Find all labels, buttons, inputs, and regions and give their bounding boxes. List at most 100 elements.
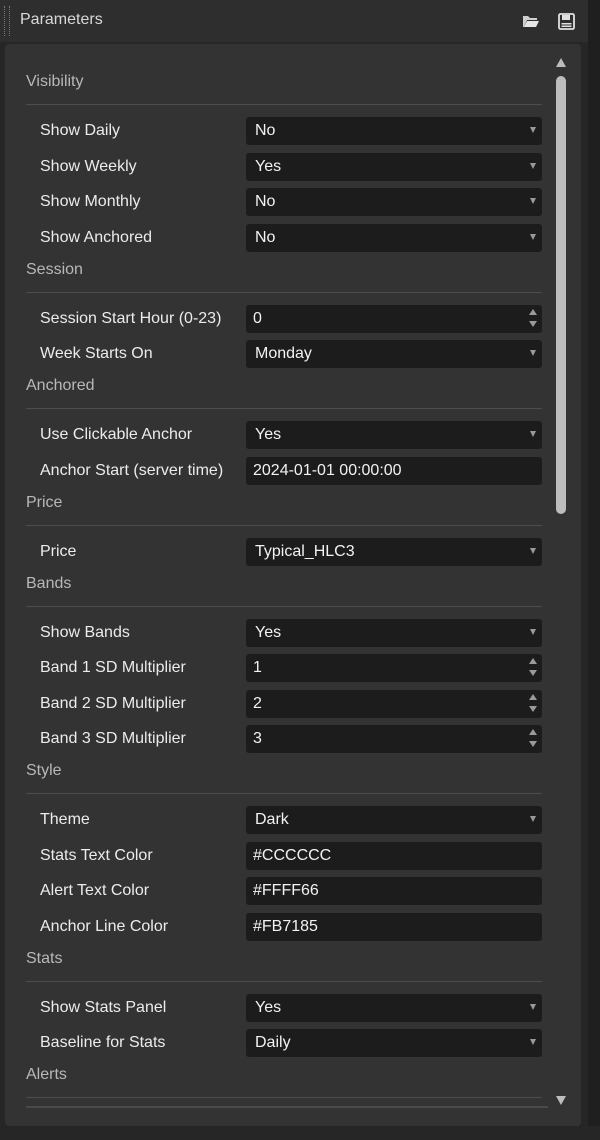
number-spinner[interactable] [529, 729, 537, 749]
scroll-up-arrow-icon[interactable] [556, 58, 566, 67]
param-value: No [255, 193, 276, 210]
param-value: Yes [255, 624, 282, 641]
param-row-show-bands: Show Bands Yes [5, 619, 553, 647]
param-value: Yes [255, 158, 282, 175]
param-label: Anchor Start (server time) [40, 462, 224, 479]
save-icon[interactable] [557, 12, 575, 30]
param-row-price: Price Typical_HLC3 [5, 538, 553, 566]
param-value: Yes [255, 426, 282, 443]
param-label: Theme [40, 811, 90, 828]
parameters-panel: Visibility Show Daily No Show Weekly Yes Show… [5, 44, 581, 1126]
spin-up-arrow-icon[interactable] [529, 694, 537, 700]
param-row-band-2-sd-multiplier: Band 2 SD Multiplier 2 [5, 690, 553, 718]
param-value: 1 [253, 659, 262, 676]
section-title: Session [26, 260, 83, 278]
spin-down-arrow-icon[interactable] [529, 670, 537, 676]
spin-down-arrow-icon[interactable] [529, 741, 537, 747]
param-row-theme: Theme Dark [5, 806, 553, 834]
param-row-baseline-for-stats: Baseline for Stats Daily [5, 1029, 553, 1057]
show-anchored-dropdown[interactable]: No [246, 224, 542, 252]
parameters-scroll-area[interactable]: Visibility Show Daily No Show Weekly Yes Show… [5, 44, 553, 1109]
window-title: Parameters [20, 11, 103, 28]
param-label: Session Start Hour (0-23) [40, 310, 222, 327]
week-starts-on-dropdown[interactable]: Monday [246, 340, 542, 368]
spin-up-arrow-icon[interactable] [529, 729, 537, 735]
alert-text-color-text-input[interactable]: #FFFF66 [246, 877, 542, 905]
param-label: Band 2 SD Multiplier [40, 695, 186, 712]
chevron-down-icon [530, 629, 536, 635]
param-row-anchor-start-server-time: Anchor Start (server time) 2024-01-01 00:… [5, 457, 553, 485]
chevron-down-icon [530, 548, 536, 554]
band-2-sd-multiplier-number-input[interactable]: 2 [246, 690, 542, 718]
section-title: Anchored [26, 377, 95, 394]
section-header-alerts: Alerts [26, 1066, 542, 1098]
show-monthly-dropdown[interactable]: No [246, 188, 542, 216]
param-row-show-monthly: Show Monthly No [5, 188, 553, 216]
param-row-show-anchored: Show Anchored No [5, 224, 553, 252]
chevron-down-icon [530, 127, 536, 133]
section-header-anchored: Anchored [26, 377, 542, 409]
band-3-sd-multiplier-number-input[interactable]: 3 [246, 725, 542, 753]
anchor-start-server-time-text-input[interactable]: 2024-01-01 00:00:00 [246, 457, 542, 485]
param-label: Stats Text Color [40, 847, 153, 864]
section-title: Bands [26, 574, 72, 592]
param-label: Alert Text Color [40, 882, 150, 899]
param-row-week-starts-on: Week Starts On Monday [5, 340, 553, 368]
window-right-edge [588, 0, 600, 1140]
param-row-alert-text-color: Alert Text Color #FFFF66 [5, 877, 553, 905]
number-spinner[interactable] [529, 309, 537, 329]
theme-dropdown[interactable]: Dark [246, 806, 542, 834]
param-label: Use Clickable Anchor [40, 426, 193, 443]
param-label: Price [40, 543, 77, 560]
show-weekly-dropdown[interactable]: Yes [246, 153, 542, 181]
param-label: Week Starts On [40, 345, 153, 362]
chevron-down-icon [530, 198, 536, 204]
stats-text-color-text-input[interactable]: #CCCCCC [246, 842, 542, 870]
spin-down-arrow-icon[interactable] [529, 321, 537, 327]
show-bands-dropdown[interactable]: Yes [246, 619, 542, 647]
show-daily-dropdown[interactable]: No [246, 117, 542, 145]
param-row-session-start-hour-0-23: Session Start Hour (0-23) 0 [5, 305, 553, 333]
chevron-down-icon [530, 816, 536, 822]
use-clickable-anchor-dropdown[interactable]: Yes [246, 421, 542, 449]
param-label: Show Monthly [40, 193, 141, 210]
section-header-bands: Bands [26, 574, 542, 607]
session-start-hour-0-23-number-input[interactable]: 0 [246, 305, 542, 333]
param-value: 2 [253, 695, 262, 712]
section-header-style: Style [26, 762, 542, 794]
param-row-use-clickable-anchor: Use Clickable Anchor Yes [5, 421, 553, 449]
vertical-scrollbar[interactable] [554, 54, 568, 1114]
spin-down-arrow-icon[interactable] [529, 706, 537, 712]
param-value: No [255, 229, 276, 246]
section-header-visibility: Visibility [26, 73, 542, 105]
baseline-for-stats-dropdown[interactable]: Daily [246, 1029, 542, 1057]
chevron-down-icon [530, 350, 536, 356]
number-spinner[interactable] [529, 658, 537, 678]
param-label: Show Weekly [40, 158, 137, 175]
scroll-down-arrow-icon[interactable] [556, 1096, 566, 1105]
param-value: Dark [255, 811, 289, 828]
price-dropdown[interactable]: Typical_HLC3 [246, 538, 542, 566]
number-spinner[interactable] [529, 694, 537, 714]
band-1-sd-multiplier-number-input[interactable]: 1 [246, 654, 542, 682]
param-row-stats-text-color: Stats Text Color #CCCCCC [5, 842, 553, 870]
param-label: Show Anchored [40, 229, 153, 246]
section-title: Stats [26, 949, 63, 967]
param-value: Typical_HLC3 [255, 543, 355, 560]
spin-up-arrow-icon[interactable] [529, 309, 537, 315]
anchor-line-color-text-input[interactable]: #FB7185 [246, 913, 542, 941]
param-label: Baseline for Stats [40, 1034, 166, 1051]
scroll-thumb[interactable] [556, 76, 566, 514]
drag-grip-handle[interactable] [4, 6, 10, 36]
open-folder-icon[interactable] [522, 12, 540, 30]
param-value: #FFFF66 [253, 882, 319, 899]
param-label: Show Stats Panel [40, 999, 167, 1016]
param-value: #FB7185 [253, 918, 318, 935]
section-header-session: Session [26, 260, 542, 293]
section-title: Alerts [26, 1066, 67, 1083]
section-title: Visibility [26, 73, 84, 90]
spin-up-arrow-icon[interactable] [529, 658, 537, 664]
param-value: #CCCCCC [253, 847, 332, 864]
show-stats-panel-dropdown[interactable]: Yes [246, 994, 542, 1022]
window-bottom-bar [0, 1126, 600, 1140]
